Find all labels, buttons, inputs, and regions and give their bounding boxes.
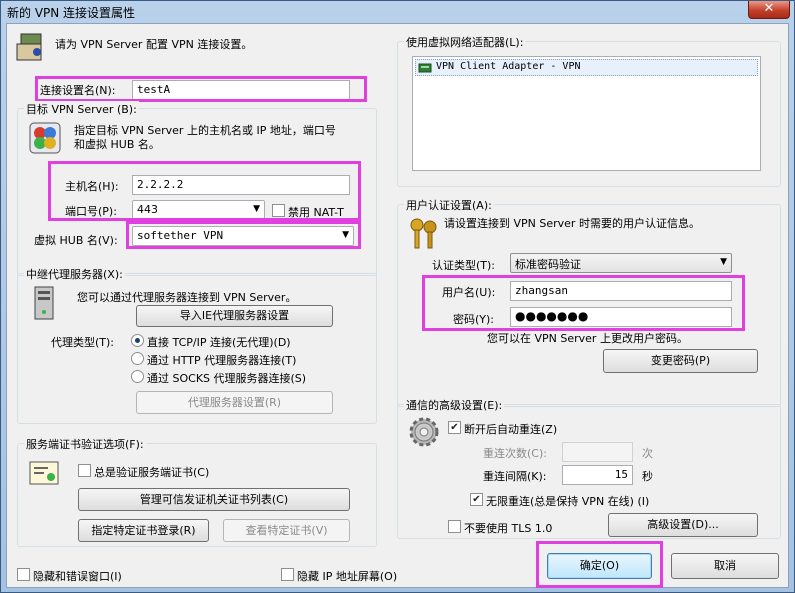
auth-description: 请设置连接到 VPN Server 时需要的用户认证信息。	[444, 217, 700, 230]
highlight-connection-name	[35, 76, 367, 102]
target-description-line2: 和虚拟 HUB 名。	[74, 138, 160, 151]
auth-type-label: 认证类型(T):	[432, 259, 496, 272]
dialog-client-area: 请为 VPN Server 配置 VPN 连接设置。 连接设置名(N): tes…	[6, 23, 789, 588]
retry-interval-unit: 秒	[642, 470, 653, 483]
hide-ip-label: 隐藏 IP 地址屏幕(O)	[297, 570, 398, 583]
retry-count-input[interactable]	[562, 442, 633, 462]
proxy-option-direct-label: 直接 TCP/IP 连接(无代理)(D)	[147, 336, 291, 349]
proxy-option-http-radio[interactable]	[131, 352, 144, 365]
proxy-option-socks-label: 通过 SOCKS 代理服务器连接(S)	[147, 372, 307, 385]
title-bar[interactable]: 新的 VPN 连接设置属性 ✕	[1, 1, 794, 23]
network-adapter-icon	[418, 63, 432, 73]
adapter-list[interactable]: VPN Client Adapter - VPN	[412, 56, 761, 171]
proxy-settings-button[interactable]: 代理服务器设置(R)	[136, 391, 333, 414]
adapter-group-title: 使用虚拟网络适配器(L):	[404, 34, 526, 50]
highlight-host-port	[48, 161, 361, 221]
gear-icon	[409, 417, 439, 447]
advanced-group-title: 通信的高级设置(E):	[404, 397, 505, 413]
target-server-icon	[29, 122, 61, 154]
highlight-hub	[126, 221, 361, 249]
adapter-item-label: VPN Client Adapter - VPN	[436, 61, 581, 72]
dialog-window: 新的 VPN 连接设置属性 ✕ 请为 VPN Server 配置 VPN 连接设…	[0, 0, 795, 593]
hub-label: 虚拟 HUB 名(V):	[34, 234, 118, 247]
manage-ca-button[interactable]: 管理可信发证机关证书列表(C)	[78, 488, 350, 511]
advanced-settings-button[interactable]: 高级设置(D)...	[608, 513, 758, 537]
change-password-note: 您可以在 VPN Server 上更改用户密码。	[487, 332, 688, 345]
change-password-button[interactable]: 变更密码(P)	[603, 349, 758, 373]
retry-interval-label: 重连间隔(K):	[483, 470, 547, 483]
highlight-ok	[536, 541, 663, 588]
always-verify-cert-label: 总是验证服务端证书(C)	[94, 466, 210, 479]
import-ie-proxy-button[interactable]: 导入IE代理服务器设置	[136, 305, 333, 327]
vpn-settings-icon	[16, 33, 42, 61]
proxy-option-http-label: 通过 HTTP 代理服务器连接(T)	[147, 354, 297, 367]
hide-status-checkbox[interactable]	[17, 568, 30, 581]
certificate-icon	[29, 461, 59, 485]
infinite-retry-label: 无限重连(总是保持 VPN 在线) (I)	[486, 495, 650, 508]
chevron-down-icon: ▼	[720, 257, 727, 267]
retry-count-unit: 次	[642, 447, 653, 460]
highlight-credentials	[422, 275, 745, 331]
infinite-retry-checkbox[interactable]: ✔	[470, 493, 483, 506]
target-server-group-title: 目标 VPN Server (B):	[24, 101, 139, 117]
proxy-option-socks-radio[interactable]	[131, 370, 144, 383]
adapter-list-item[interactable]: VPN Client Adapter - VPN	[415, 59, 758, 76]
proxy-option-direct-radio[interactable]	[131, 334, 144, 347]
header-instruction: 请为 VPN Server 配置 VPN 连接设置。	[55, 38, 253, 51]
auto-reconnect-label: 断开后自动重连(Z)	[464, 423, 558, 436]
auth-group-title: 用户认证设置(A):	[404, 197, 494, 213]
hide-ip-checkbox[interactable]	[281, 568, 294, 581]
always-verify-cert-checkbox[interactable]	[78, 464, 91, 477]
cert-group-title: 服务端证书验证选项(F):	[24, 436, 146, 452]
cancel-button[interactable]: 取消	[671, 553, 779, 579]
auth-type-combo[interactable]: 标准密码验证 ▼	[510, 253, 732, 273]
auth-type-value: 标准密码验证	[515, 258, 581, 271]
close-button[interactable]: ✕	[748, 1, 790, 19]
window-title: 新的 VPN 连接设置属性	[7, 6, 136, 20]
specify-cert-button[interactable]: 指定特定证书登录(R)	[78, 519, 209, 542]
proxy-type-label: 代理类型(T):	[51, 336, 115, 349]
proxy-server-icon	[34, 286, 54, 320]
keys-icon	[410, 218, 437, 249]
proxy-description: 您可以通过代理服务器连接到 VPN Server。	[77, 291, 297, 304]
auto-reconnect-checkbox[interactable]: ✔	[448, 421, 461, 434]
view-cert-button[interactable]: 查看特定证书(V)	[223, 519, 350, 542]
retry-count-label: 重连次数(C):	[483, 447, 547, 460]
retry-interval-input[interactable]: 15	[562, 465, 633, 485]
hide-status-label: 隐藏和错误窗口(I)	[33, 570, 122, 583]
no-tls-label: 不要使用 TLS 1.0	[464, 522, 553, 535]
proxy-group-title: 中继代理服务器(X):	[24, 266, 125, 282]
no-tls-checkbox[interactable]	[448, 520, 461, 533]
